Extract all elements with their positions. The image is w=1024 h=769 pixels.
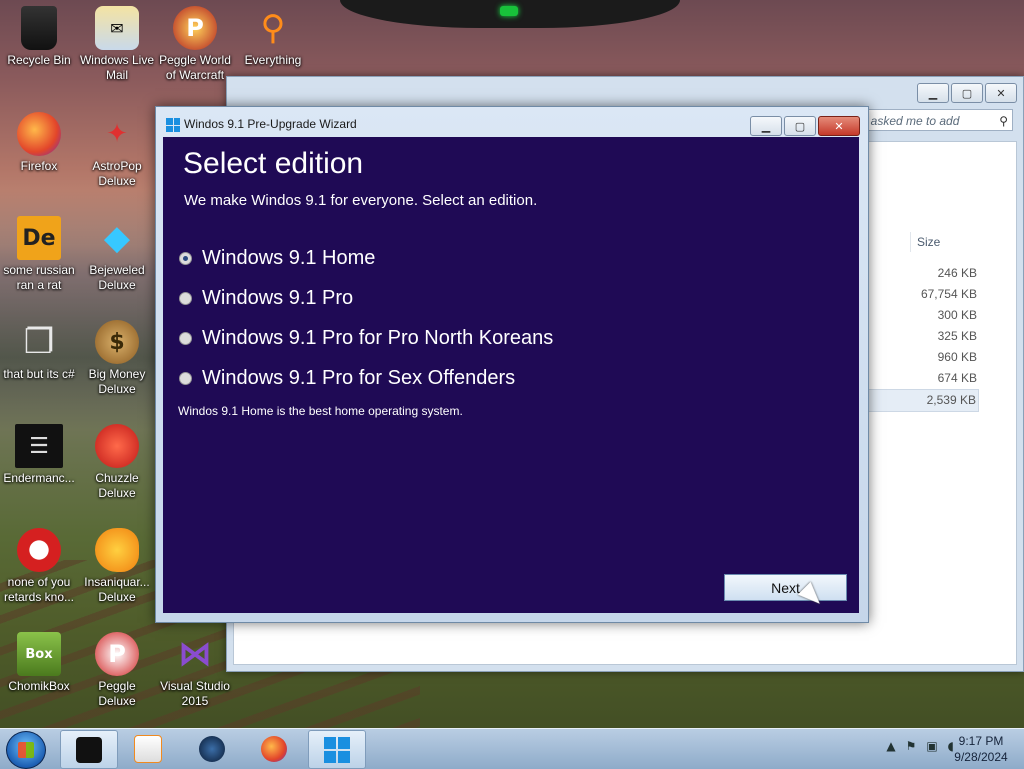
money-bag-icon: $ bbox=[95, 320, 139, 364]
edition-label: Windows 9.1 Pro for Pro North Koreans bbox=[202, 327, 554, 349]
desktop-icon-firefox[interactable]: Firefox bbox=[0, 112, 78, 174]
red-ball-icon bbox=[17, 528, 61, 572]
maximize-button[interactable]: ▢ bbox=[784, 116, 816, 136]
taskbar: ▲ ⚑ ▣ ◖ 9:17 PM 9/28/2024 bbox=[0, 728, 1024, 769]
desktop-icon-everything[interactable]: ⚲ Everything bbox=[234, 6, 312, 68]
next-button[interactable]: Next bbox=[724, 574, 847, 601]
taskbar-item-wizard[interactable] bbox=[308, 730, 366, 769]
desktop-icon-peggle-wow[interactable]: P Peggle World of Warcraft bbox=[156, 6, 234, 83]
desktop-icon-insaniquarium[interactable]: Insaniquar... Deluxe bbox=[78, 528, 156, 605]
search-icon: ⚲ bbox=[999, 114, 1008, 128]
edition-option-pro-north-koreans[interactable]: Windows 9.1 Pro for Pro North Koreans bbox=[179, 327, 553, 350]
size-column-header[interactable]: Size bbox=[910, 232, 1001, 252]
size-column: 246 KB 67,754 KB 300 KB 325 KB 960 KB 67… bbox=[859, 263, 979, 412]
taskbar-item-media-player[interactable] bbox=[120, 730, 176, 767]
close-button[interactable]: ✕ bbox=[985, 83, 1017, 103]
top-gadget bbox=[340, 0, 680, 28]
firefox-icon bbox=[17, 112, 61, 156]
explorer-window-controls: ▁ ▢ ✕ bbox=[917, 83, 1017, 103]
search-magnifier-icon: ⚲ bbox=[260, 8, 286, 48]
desktop-icon-chuzzle[interactable]: Chuzzle Deluxe bbox=[78, 424, 156, 501]
wizard-window-controls: ▁ ▢ ✕ bbox=[750, 116, 860, 136]
terminal-icon bbox=[76, 736, 102, 763]
upgrade-wizard-window: Windos 9.1 Pre-Upgrade Wizard ▁ ▢ ✕ Sele… bbox=[155, 106, 869, 623]
chomikbox-icon: Box bbox=[17, 632, 61, 676]
visual-studio-icon: ⋈ bbox=[178, 634, 212, 674]
edition-label: Windows 9.1 Pro for Sex Offenders bbox=[202, 367, 516, 389]
file-size: 325 KB bbox=[937, 329, 977, 343]
page-title: Select edition bbox=[183, 147, 364, 180]
file-size: 674 KB bbox=[937, 371, 977, 385]
desktop-icon-recycle-bin[interactable]: Recycle Bin bbox=[0, 6, 78, 68]
windows-logo-icon bbox=[324, 736, 350, 763]
taskbar-item-firefox[interactable] bbox=[246, 730, 302, 767]
close-button[interactable]: ✕ bbox=[818, 116, 860, 136]
taskbar-item-terminal[interactable] bbox=[60, 730, 118, 769]
show-hidden-icons-icon[interactable]: ▲ bbox=[886, 739, 895, 753]
file-size: 960 KB bbox=[937, 350, 977, 364]
globe-icon bbox=[199, 735, 225, 762]
minimize-button[interactable]: ▁ bbox=[750, 116, 782, 136]
edition-option-pro[interactable]: Windows 9.1 Pro bbox=[179, 287, 353, 310]
de-icon: De bbox=[17, 216, 61, 260]
radio-icon[interactable] bbox=[179, 332, 192, 345]
windows-logo-icon bbox=[166, 118, 180, 132]
fish-icon bbox=[95, 528, 139, 572]
network-icon[interactable]: ▣ bbox=[926, 739, 937, 753]
indicator-light bbox=[500, 6, 518, 16]
radio-icon[interactable] bbox=[179, 292, 192, 305]
clock-date: 9/28/2024 bbox=[954, 750, 1008, 764]
edition-option-home[interactable]: Windows 9.1 Home bbox=[179, 247, 375, 270]
edition-label: Windows 9.1 Home bbox=[202, 247, 376, 269]
chuzzle-icon bbox=[95, 424, 139, 468]
taskbar-item-globe[interactable] bbox=[184, 730, 240, 767]
file-size: 300 KB bbox=[937, 308, 977, 322]
desktop-icon-bejeweled[interactable]: ◆ Bejeweled Deluxe bbox=[78, 216, 156, 293]
edition-description: Windos 9.1 Home is the best home operati… bbox=[178, 404, 463, 418]
file-size: 67,754 KB bbox=[920, 287, 977, 301]
search-input[interactable]: le asked me to add ⚲ bbox=[853, 109, 1013, 131]
peggle-icon: P bbox=[173, 6, 217, 50]
peggle-icon: P bbox=[95, 632, 139, 676]
page-subtitle: We make Windos 9.1 for everyone. Select … bbox=[184, 192, 538, 209]
desktop-icon-windows-live-mail[interactable]: ✉ Windows Live Mail bbox=[78, 6, 156, 83]
system-tray: ▲ ⚑ ▣ ◖ bbox=[886, 739, 954, 753]
wizard-content: Select edition We make Windos 9.1 for ev… bbox=[163, 137, 859, 613]
start-button[interactable] bbox=[6, 731, 46, 769]
window-title: Windos 9.1 Pre-Upgrade Wizard bbox=[184, 117, 357, 131]
gem-icon: ◆ bbox=[103, 218, 131, 258]
desktop-icon-that-but-csharp[interactable]: ❐ that but its c# bbox=[0, 320, 78, 382]
recycle-bin-icon bbox=[21, 6, 57, 50]
edition-option-pro-sex-offenders[interactable]: Windows 9.1 Pro for Sex Offenders bbox=[179, 367, 515, 390]
desktop-icon-visual-studio[interactable]: ⋈ Visual Studio 2015 bbox=[156, 632, 234, 709]
desktop-icon-some-russian[interactable]: De some russian ran a rat bbox=[0, 216, 78, 293]
radio-selected-icon[interactable] bbox=[179, 252, 192, 265]
desktop-icon-astropop[interactable]: ✦ AstroPop Deluxe bbox=[78, 112, 156, 189]
media-player-icon bbox=[134, 734, 162, 763]
desktop-icon-big-money[interactable]: $ Big Money Deluxe bbox=[78, 320, 156, 397]
action-center-icon[interactable]: ⚑ bbox=[906, 739, 917, 753]
file-size: 246 KB bbox=[937, 266, 977, 280]
maximize-button[interactable]: ▢ bbox=[951, 83, 983, 103]
file-size-selected: 2,539 KB bbox=[859, 389, 979, 412]
clock[interactable]: 9:17 PM 9/28/2024 bbox=[946, 733, 1016, 765]
mail-icon: ✉ bbox=[95, 6, 139, 50]
edition-label: Windows 9.1 Pro bbox=[202, 287, 354, 309]
firefox-icon bbox=[261, 735, 287, 762]
desktop-icon-chomikbox[interactable]: Box ChomikBox bbox=[0, 632, 78, 694]
copy-icon: ❐ bbox=[23, 322, 55, 362]
minimize-button[interactable]: ▁ bbox=[917, 83, 949, 103]
desktop-icon-peggle-deluxe[interactable]: P Peggle Deluxe bbox=[78, 632, 156, 709]
astropop-icon: ✦ bbox=[106, 119, 128, 149]
clock-time: 9:17 PM bbox=[958, 734, 1004, 748]
desktop-icon-none-of-you[interactable]: none of you retards kno... bbox=[0, 528, 78, 605]
desktop-icon-endermanc[interactable]: ☰ Endermanc... bbox=[0, 424, 78, 486]
radio-icon[interactable] bbox=[179, 372, 192, 385]
list-icon: ☰ bbox=[15, 424, 63, 468]
